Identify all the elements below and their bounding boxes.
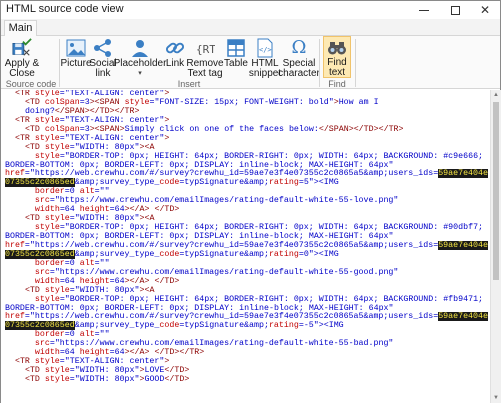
search-match: 59ae7e404e: [438, 169, 488, 179]
window-title: HTML source code view: [6, 3, 124, 15]
table-button[interactable]: Table: [224, 36, 248, 79]
group-label-insert: Insert: [177, 79, 201, 89]
title-bar: HTML source code view ✕: [1, 1, 500, 19]
scroll-down-icon[interactable]: ▼: [491, 393, 501, 403]
maximize-button[interactable]: [440, 1, 470, 19]
special-label-2: character: [278, 68, 320, 79]
find-text-button[interactable]: Find text: [323, 36, 351, 78]
placeholder-icon: [130, 38, 150, 58]
special-character-button[interactable]: Ω Special character: [278, 36, 320, 79]
find-label-2: text: [328, 67, 346, 78]
code-content: <TR style="TEXT-ALIGN: center"> <TD colS…: [1, 90, 490, 385]
close-icon: ✕: [479, 3, 491, 17]
omega-icon: Ω: [291, 37, 307, 58]
svg-text:</>: </>: [259, 46, 272, 54]
link-button[interactable]: Link: [164, 36, 186, 79]
tab-main[interactable]: Main: [4, 20, 37, 37]
ribbon: Apply & Close Source code Picture Social…: [1, 36, 500, 89]
ribbon-tabstrip: Main: [1, 19, 500, 37]
group-label-find: Find: [328, 79, 346, 89]
minimize-icon: [419, 9, 429, 11]
social-label-2: link: [95, 68, 111, 79]
share-icon: [93, 38, 113, 58]
minimize-button[interactable]: [409, 1, 439, 19]
link-icon: [165, 38, 185, 58]
group-label-source-code: Source code: [5, 79, 57, 89]
apply-close-button[interactable]: Apply & Close: [5, 36, 39, 79]
apply-close-icon: [12, 38, 32, 58]
picture-button[interactable]: Picture: [60, 36, 92, 79]
remove-label-2: Text tag: [187, 68, 223, 79]
search-match: 59ae7e404e: [438, 312, 488, 322]
remove-text-tag-button[interactable]: {RT} Remove Text tag: [186, 36, 223, 79]
search-match: 59ae7e404e: [438, 240, 488, 250]
picture-label: Picture: [60, 58, 92, 69]
search-match: 07355c2c0865ed: [5, 249, 75, 259]
close-button[interactable]: ✕: [470, 1, 500, 19]
remove-tag-icon: {RT}: [195, 38, 215, 58]
chevron-down-icon: ▾: [138, 70, 142, 77]
maximize-icon: [450, 5, 460, 15]
vertical-scrollbar[interactable]: ▲ ▼: [490, 90, 501, 403]
html-source-window: HTML source code view ✕ Main Apply & Clo…: [0, 0, 501, 403]
ribbon-separator: [319, 39, 320, 87]
table-icon: [226, 38, 246, 58]
code-icon: </>: [255, 38, 275, 58]
ribbon-separator: [355, 39, 356, 87]
scroll-thumb[interactable]: [493, 102, 499, 280]
apply-label-2: Close: [9, 68, 35, 79]
binoculars-icon: [327, 39, 347, 57]
code-line: <TD style="WIDTH: 80px">GOOD</TD>: [24, 375, 190, 384]
code-editor[interactable]: <TR style="TEXT-ALIGN: center"> <TD colS…: [1, 90, 490, 403]
placeholder-label: Placeholder: [113, 58, 167, 69]
picture-icon: [66, 38, 86, 58]
scroll-up-icon[interactable]: ▲: [491, 90, 501, 100]
social-link-button[interactable]: Social link: [89, 36, 117, 79]
link-label: Link: [165, 58, 185, 69]
table-label: Table: [224, 58, 248, 69]
svg-text:{RT}: {RT}: [196, 43, 215, 56]
html-label-2: snippet: [248, 68, 282, 79]
html-snippet-button[interactable]: </> HTML snippet: [248, 36, 282, 79]
placeholder-button[interactable]: Placeholder ▾: [114, 36, 166, 79]
